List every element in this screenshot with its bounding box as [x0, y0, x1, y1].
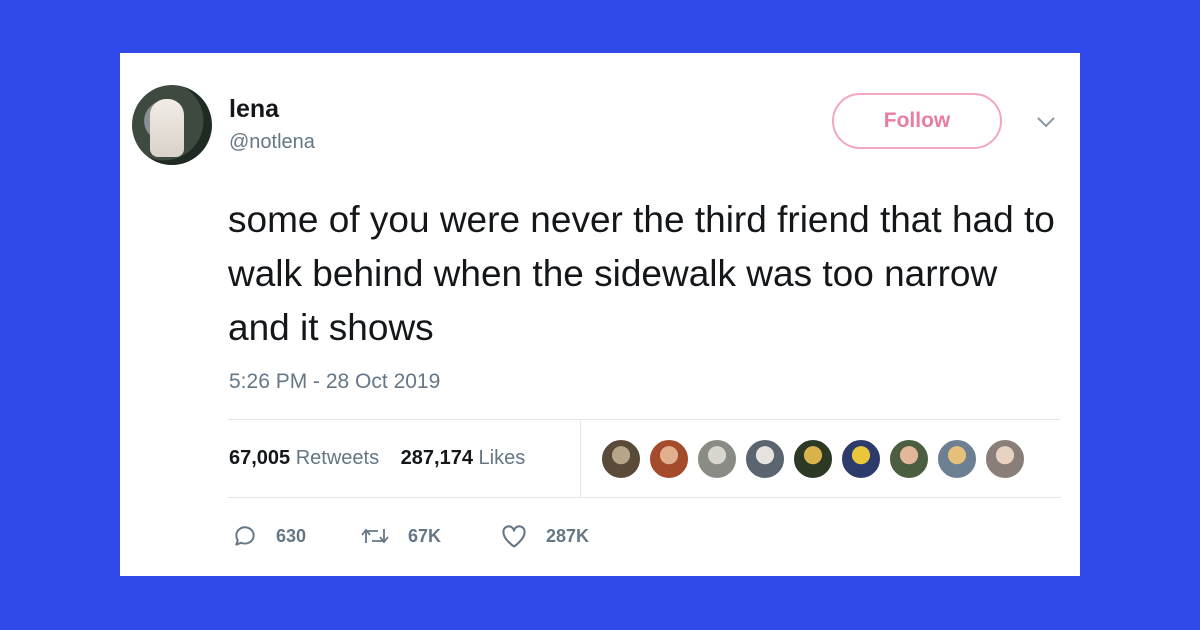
liker-avatar[interactable]: [793, 439, 833, 479]
reply-icon: [235, 526, 255, 546]
heart-icon: [502, 525, 526, 548]
liker-avatar[interactable]: [601, 439, 641, 479]
retweet-label[interactable]: Retweets: [296, 447, 379, 469]
retweet-icon: [361, 528, 389, 544]
reply-count: 630: [276, 525, 307, 546]
retweet-action-count: 67K: [408, 525, 442, 546]
liker-avatar[interactable]: [937, 439, 977, 479]
like-action-count: 287K: [546, 525, 590, 546]
stats-separator: [580, 421, 581, 497]
liker-avatar[interactable]: [697, 439, 737, 479]
divider: [228, 419, 1061, 420]
reply-action[interactable]: 630: [232, 523, 306, 549]
tweet-stats: 67,005 Retweets 287,174 Likes: [229, 447, 525, 470]
liker-avatar[interactable]: [985, 439, 1025, 479]
tweet-text: some of you were never the third friend …: [228, 199, 1055, 348]
retweet-count[interactable]: 67,005: [229, 447, 290, 469]
like-count[interactable]: 287,174: [401, 447, 473, 469]
author-name[interactable]: lena: [229, 95, 279, 124]
divider: [228, 497, 1061, 498]
chevron-down-icon[interactable]: [1035, 115, 1057, 129]
retweet-action[interactable]: 67K: [360, 523, 441, 549]
liker-avatar[interactable]: [889, 439, 929, 479]
author-avatar[interactable]: [132, 85, 212, 165]
author-handle[interactable]: @notlena: [229, 131, 315, 154]
like-action[interactable]: 287K: [500, 523, 589, 549]
liker-avatar[interactable]: [745, 439, 785, 479]
liker-avatar[interactable]: [649, 439, 689, 479]
tweet-timestamp[interactable]: 5:26 PM - 28 Oct 2019: [229, 370, 440, 394]
follow-button[interactable]: Follow: [832, 93, 1002, 149]
liker-avatar[interactable]: [841, 439, 881, 479]
like-label[interactable]: Likes: [479, 447, 526, 469]
tweet-card: lena @notlena Follow some of you were ne…: [120, 53, 1080, 576]
